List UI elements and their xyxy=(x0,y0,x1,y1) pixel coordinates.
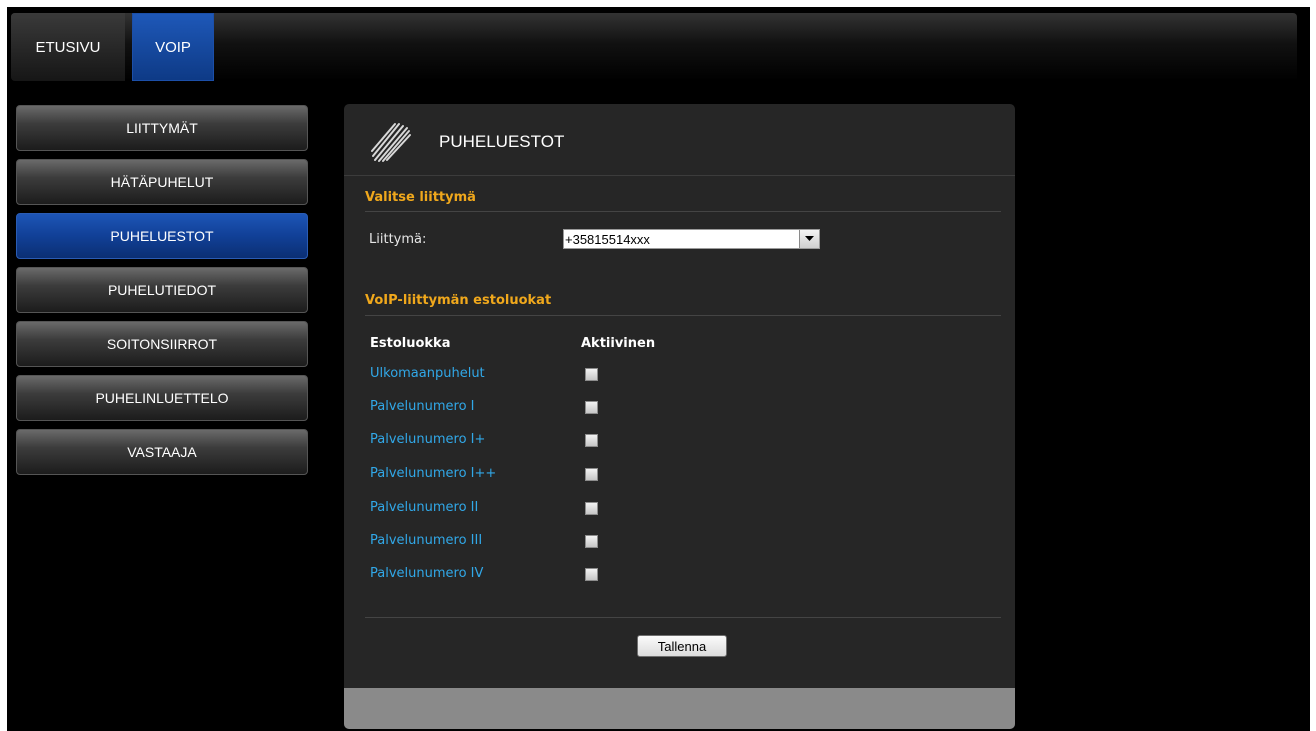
restriction-palvelunumero-i-plusplus-link[interactable]: Palvelunumero I++ xyxy=(370,466,496,481)
restriction-palvelunumero-ii-link[interactable]: Palvelunumero II xyxy=(370,500,478,515)
app-frame: ETUSIVU VOIP LIITTYMÄT HÄTÄPUHELUT PUHEL… xyxy=(7,7,1310,731)
tab-etusivu[interactable]: ETUSIVU xyxy=(11,13,125,81)
phone-handset-icon xyxy=(371,123,411,162)
restriction-palvelunumero-i-plus-checkbox[interactable] xyxy=(585,434,598,447)
section-title-select: Valitse liittymä xyxy=(365,190,476,205)
chevron-down-icon[interactable] xyxy=(799,230,819,248)
panel-header: PUHELUESTOT xyxy=(344,104,1015,176)
sidebar-item-soitonsiirrot[interactable]: SOITONSIIRROT xyxy=(16,321,308,367)
restriction-palvelunumero-iv-link[interactable]: Palvelunumero IV xyxy=(370,566,483,581)
panel-footer xyxy=(344,688,1015,729)
divider xyxy=(365,211,1001,212)
sidebar-item-puheluestot[interactable]: PUHELUESTOT xyxy=(16,213,308,259)
divider xyxy=(365,617,1001,618)
sidebar-item-puhelinluettelo[interactable]: PUHELINLUETTELO xyxy=(16,375,308,421)
sidebar-item-puhelutiedot[interactable]: PUHELUTIEDOT xyxy=(16,267,308,313)
restriction-palvelunumero-i-plus-link[interactable]: Palvelunumero I+ xyxy=(370,432,485,447)
restriction-palvelunumero-iv-checkbox[interactable] xyxy=(585,568,598,581)
restriction-palvelunumero-i-plusplus-checkbox[interactable] xyxy=(585,468,598,481)
save-button[interactable]: Tallenna xyxy=(637,635,727,657)
sidebar-item-liittymat[interactable]: LIITTYMÄT xyxy=(16,105,308,151)
restriction-palvelunumero-iii-link[interactable]: Palvelunumero III xyxy=(370,533,482,548)
tab-voip[interactable]: VOIP xyxy=(132,13,214,81)
content-panel: PUHELUESTOT Valitse liittymä Liittymä: +… xyxy=(344,104,1015,729)
divider xyxy=(365,315,1001,316)
restriction-palvelunumero-ii-checkbox[interactable] xyxy=(585,502,598,515)
restriction-ulkomaanpuhelut-link[interactable]: Ulkomaanpuhelut xyxy=(370,366,485,381)
restriction-palvelunumero-i-link[interactable]: Palvelunumero I xyxy=(370,399,475,414)
column-header-estoluokka: Estoluokka xyxy=(370,336,451,351)
restriction-palvelunumero-i-checkbox[interactable] xyxy=(585,401,598,414)
subscription-label: Liittymä: xyxy=(369,232,427,247)
subscription-select[interactable]: +35815514xxx xyxy=(563,229,820,249)
restriction-palvelunumero-iii-checkbox[interactable] xyxy=(585,535,598,548)
sidebar-item-vastaaja[interactable]: VASTAAJA xyxy=(16,429,308,475)
sidebar-item-hatapuhelut[interactable]: HÄTÄPUHELUT xyxy=(16,159,308,205)
column-header-aktiivinen: Aktiivinen xyxy=(581,336,656,351)
page-title: PUHELUESTOT xyxy=(439,132,565,151)
section-title-restrictions: VoIP-liittymän estoluokat xyxy=(365,293,552,308)
restriction-ulkomaanpuhelut-checkbox[interactable] xyxy=(585,368,598,381)
subscription-select-value: +35815514xxx xyxy=(565,232,650,247)
top-navigation: ETUSIVU VOIP xyxy=(11,13,1297,81)
